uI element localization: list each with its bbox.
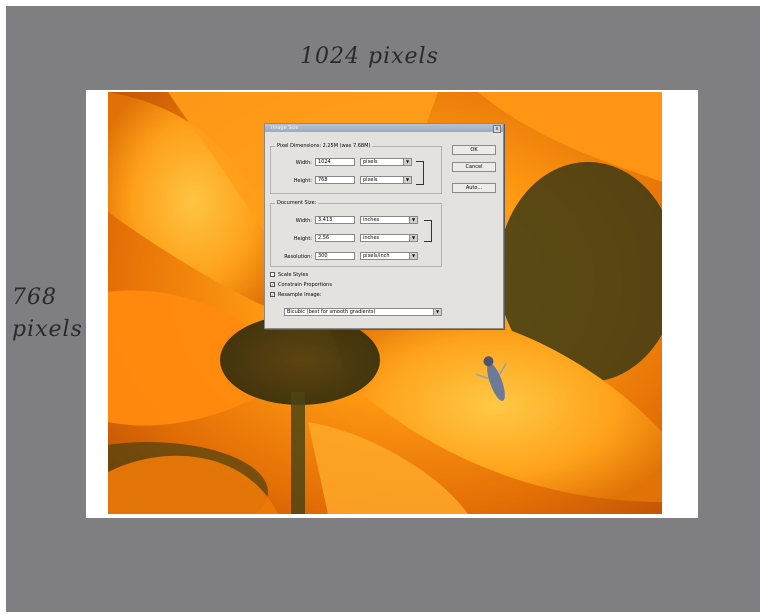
- doc-height-unit-select[interactable]: inches ▼: [360, 234, 418, 242]
- width-caption: 1024 pixels: [300, 44, 439, 69]
- chevron-down-icon: ▼: [409, 235, 417, 241]
- doc-height-field[interactable]: 2.56: [315, 234, 355, 242]
- chevron-down-icon: ▼: [403, 159, 411, 165]
- pixel-dimensions-label: Pixel Dimensions: 2.25M (was 7.68M): [275, 143, 373, 149]
- height-caption-unit: pixels: [12, 317, 83, 342]
- doc-height-label: Height:: [293, 236, 312, 242]
- doc-width-unit: inches: [363, 217, 380, 223]
- link-bracket-icon: [424, 220, 432, 242]
- pixel-width-field[interactable]: 1024: [315, 158, 355, 166]
- chevron-down-icon: ▼: [433, 309, 441, 315]
- height-caption-number: 768: [12, 285, 57, 310]
- resolution-field[interactable]: 300: [315, 252, 355, 260]
- doc-width-unit-select[interactable]: inches ▼: [360, 216, 418, 224]
- scale-styles-checkbox[interactable]: [270, 272, 275, 277]
- resample-method: Bicubic (best for smooth gradients): [287, 309, 376, 315]
- doc-height-unit: inches: [363, 235, 380, 241]
- resolution-unit: pixels/inch: [363, 253, 390, 259]
- chevron-down-icon: ▼: [403, 177, 411, 183]
- document-size-label: Document Size:: [275, 200, 319, 206]
- close-icon[interactable]: x: [493, 125, 501, 133]
- chevron-down-icon: ▼: [409, 253, 417, 259]
- pixel-width-unit-select[interactable]: pixels ▼: [360, 158, 412, 166]
- scale-styles-label: Scale Styles: [278, 272, 309, 278]
- resample-image-label: Resample Image:: [278, 292, 322, 298]
- pixel-width-unit: pixels: [363, 159, 378, 165]
- doc-width-label: Width:: [295, 218, 312, 224]
- pixel-width-label: Width:: [295, 160, 312, 166]
- pixel-height-unit-select[interactable]: pixels ▼: [360, 176, 412, 184]
- dialog-title: Image Size: [271, 125, 299, 131]
- resample-method-select[interactable]: Bicubic (best for smooth gradients) ▼: [284, 308, 442, 316]
- resample-image-checkbox[interactable]: ✓: [270, 292, 275, 297]
- doc-width-field[interactable]: 3.413: [315, 216, 355, 224]
- pixel-height-unit: pixels: [363, 177, 378, 183]
- constrain-proportions-checkbox[interactable]: ✓: [270, 282, 275, 287]
- auto-button[interactable]: Auto...: [452, 183, 496, 193]
- ok-button[interactable]: OK: [452, 145, 496, 155]
- constrain-proportions-label: Constrain Proportions: [278, 282, 332, 288]
- pixel-height-field[interactable]: 768: [315, 176, 355, 184]
- link-bracket-icon: [416, 161, 424, 185]
- dialog-titlebar: Image Size x: [265, 124, 503, 133]
- chevron-down-icon: ▼: [409, 217, 417, 223]
- cancel-button[interactable]: Cancel: [452, 162, 496, 172]
- pixel-height-label: Height:: [293, 178, 312, 184]
- resolution-label: Resolution:: [284, 254, 312, 260]
- resolution-unit-select[interactable]: pixels/inch ▼: [360, 252, 418, 260]
